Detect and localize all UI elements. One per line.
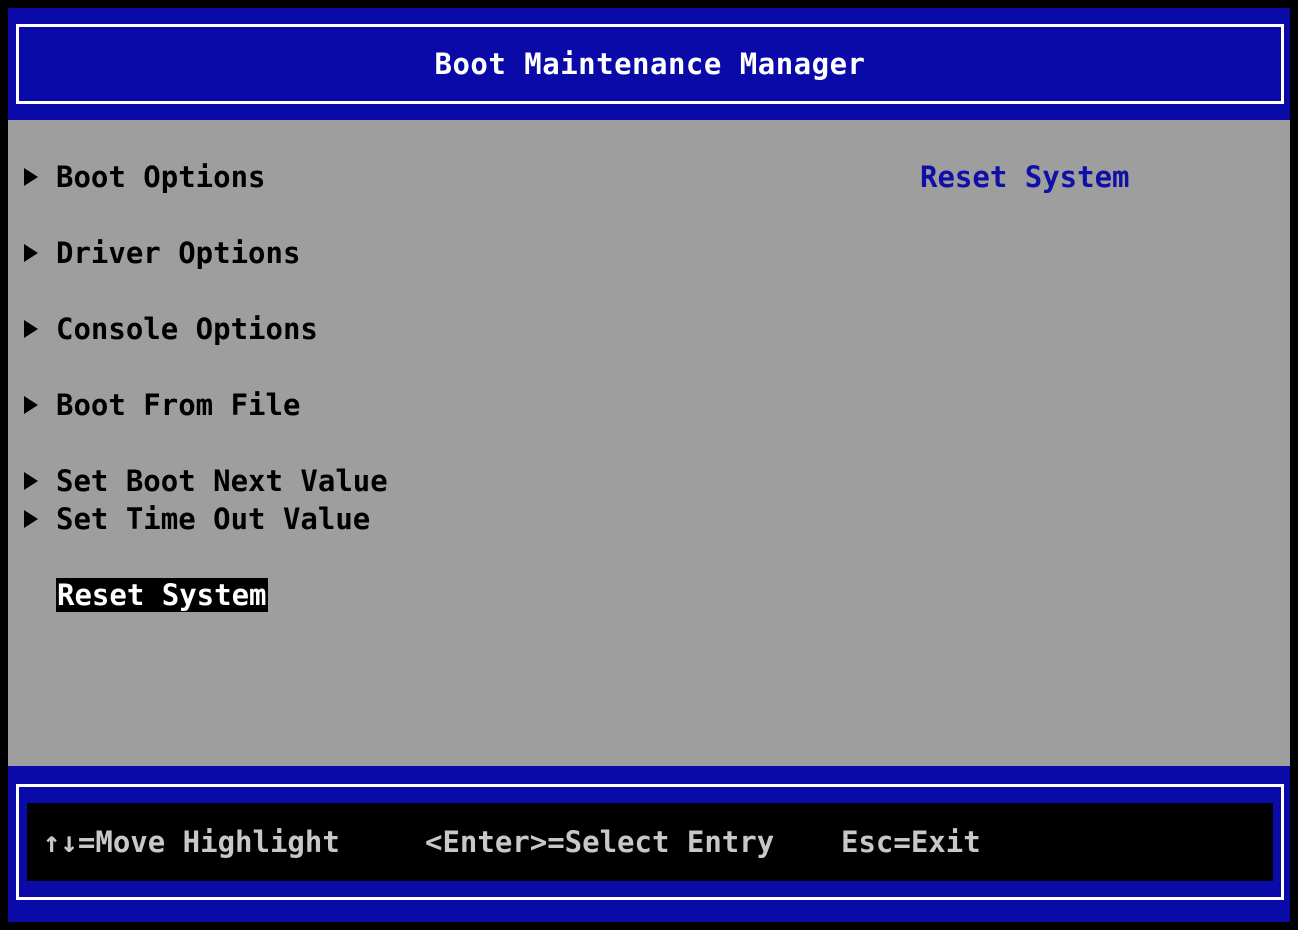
select-entry-hint: <Enter>=Select Entry bbox=[425, 825, 775, 859]
main-panel: Boot Options Driver Options Console Opti… bbox=[8, 120, 1290, 766]
footer-frame: ↑↓=Move Highlight <Enter>=Select Entry E… bbox=[16, 784, 1284, 900]
menu-item-reset-system-selected[interactable]: Reset System bbox=[56, 578, 268, 612]
submenu-arrow-icon bbox=[24, 168, 38, 186]
footer-hints: ↑↓=Move Highlight <Enter>=Select Entry E… bbox=[27, 803, 1273, 881]
menu-item-set-time-out-value[interactable]: Set Time Out Value bbox=[24, 502, 370, 536]
bios-screen: Boot Maintenance Manager Boot Options Dr… bbox=[0, 0, 1298, 930]
menu-item-label: Boot From File bbox=[56, 388, 301, 422]
menu-item-set-boot-next-value[interactable]: Set Boot Next Value bbox=[24, 464, 388, 498]
help-text: Reset System bbox=[920, 160, 1130, 194]
header-bar: Boot Maintenance Manager bbox=[8, 8, 1290, 120]
menu-item-boot-from-file[interactable]: Boot From File bbox=[24, 388, 300, 422]
header-frame: Boot Maintenance Manager bbox=[16, 24, 1284, 104]
page-title: Boot Maintenance Manager bbox=[434, 47, 866, 81]
menu-item-boot-options[interactable]: Boot Options bbox=[24, 160, 266, 194]
footer-bar: ↑↓=Move Highlight <Enter>=Select Entry E… bbox=[8, 766, 1290, 922]
submenu-arrow-icon bbox=[24, 244, 38, 262]
exit-hint: Esc=Exit bbox=[841, 825, 981, 859]
submenu-arrow-icon bbox=[24, 510, 38, 528]
submenu-arrow-icon bbox=[24, 320, 38, 338]
menu-item-console-options[interactable]: Console Options bbox=[24, 312, 318, 346]
submenu-arrow-icon bbox=[24, 472, 38, 490]
menu-item-label: Boot Options bbox=[56, 160, 266, 194]
submenu-arrow-icon bbox=[24, 396, 38, 414]
menu-item-label: Set Time Out Value bbox=[56, 502, 371, 536]
menu-item-driver-options[interactable]: Driver Options bbox=[24, 236, 300, 270]
menu-item-label: Set Boot Next Value bbox=[56, 464, 388, 498]
move-highlight-hint: ↑↓=Move Highlight bbox=[43, 825, 340, 859]
menu-item-label: Driver Options bbox=[56, 236, 301, 270]
menu-item-label: Console Options bbox=[56, 312, 318, 346]
